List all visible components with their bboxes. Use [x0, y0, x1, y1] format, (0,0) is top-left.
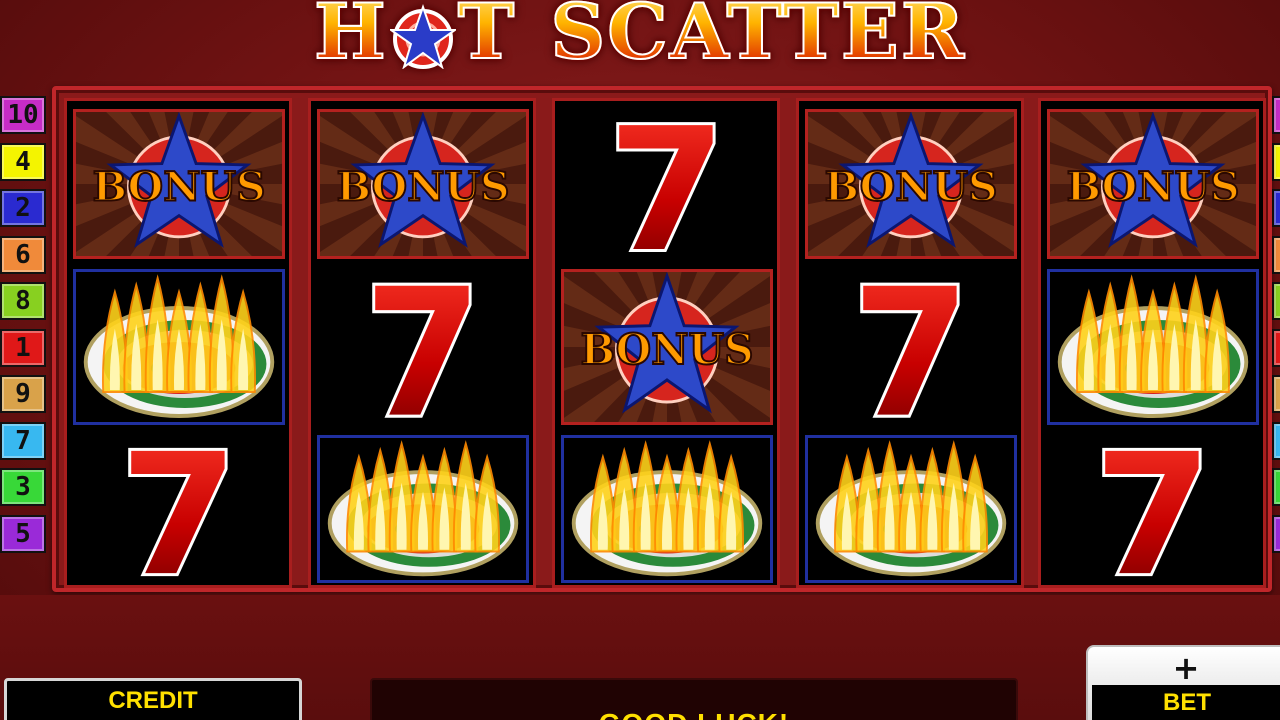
svg-text:BONUS: BONUS — [824, 163, 997, 211]
payline-marker-right — [1272, 514, 1280, 553]
svg-text:BONUS: BONUS — [1066, 163, 1239, 211]
payline-marker-right — [1272, 282, 1280, 320]
payline-marker: 4 — [0, 142, 46, 181]
bonus-star-icon: BONUS — [1047, 109, 1259, 259]
svg-text:7: 7 — [852, 269, 970, 425]
hot-melon-icon — [561, 435, 773, 583]
svg-text:BONUS: BONUS — [336, 163, 509, 211]
reel-4: BONUS 7 — [796, 98, 1024, 588]
svg-text:BONUS: BONUS — [580, 324, 753, 374]
payline-marker: 3 — [0, 468, 46, 506]
payline-marker: 8 — [0, 282, 46, 320]
svg-text:7: 7 — [364, 269, 482, 425]
message-display: GOOD LUCK! — [370, 678, 1018, 720]
svg-text:7: 7 — [1094, 435, 1212, 583]
bonus-star-icon: BONUS — [805, 109, 1017, 259]
payline-marker-right — [1272, 421, 1280, 460]
title-letter-h: H — [313, 0, 388, 77]
credit-label: CREDIT — [108, 687, 198, 714]
payline-marker: 2 — [0, 189, 46, 227]
title-word-scatter: SCATTER — [549, 0, 966, 77]
payline-marker-right — [1272, 96, 1280, 134]
svg-text:7: 7 — [120, 435, 238, 583]
reel-frame: BONUS 7 BONUS 7 7 BONUS BONUS 7 BONUS 7 — [52, 86, 1272, 592]
payline-marker-right — [1272, 328, 1280, 367]
red-seven-icon: 7 — [805, 269, 1017, 425]
hot-melon-icon — [73, 269, 285, 425]
payline-marker-right — [1272, 468, 1280, 506]
payline-markers-right — [1272, 96, 1280, 553]
credit-display: CREDIT — [4, 678, 302, 720]
hot-melon-icon — [317, 435, 529, 583]
plus-icon: + — [1172, 649, 1200, 687]
bet-label-box: BET — [1092, 685, 1280, 720]
bonus-star-icon: BONUS — [317, 109, 529, 259]
bet-increase-button[interactable]: + BET — [1086, 645, 1280, 720]
hot-melon-icon — [1047, 269, 1259, 425]
payline-markers-left: 10 4 2 6 8 1 9 7 3 5 — [0, 96, 46, 553]
payline-marker: 7 — [0, 421, 46, 460]
payline-marker-right — [1272, 142, 1280, 181]
payline-marker-right — [1272, 189, 1280, 227]
reel-3: 7 BONUS — [552, 98, 780, 588]
payline-marker: 1 — [0, 328, 46, 367]
reel-5: BONUS 7 — [1038, 98, 1266, 588]
title-star-icon — [387, 0, 458, 70]
hot-melon-icon — [805, 435, 1017, 583]
title-word-hot: H T — [313, 0, 517, 77]
svg-text:7: 7 — [608, 109, 726, 259]
red-seven-icon: 7 — [317, 269, 529, 425]
payline-marker-right — [1272, 235, 1280, 274]
payline-marker: 6 — [0, 235, 46, 274]
red-seven-icon: 7 — [1047, 435, 1259, 583]
red-seven-icon: 7 — [73, 435, 285, 583]
red-seven-icon: 7 — [561, 109, 773, 259]
svg-text:BONUS: BONUS — [92, 163, 265, 211]
payline-marker: 5 — [0, 514, 46, 553]
message-text: GOOD LUCK! — [372, 708, 1016, 720]
payline-marker-right — [1272, 375, 1280, 413]
bonus-star-icon: BONUS — [561, 269, 773, 425]
reel-1: BONUS 7 — [64, 98, 292, 588]
payline-marker: 10 — [0, 96, 46, 134]
bet-label: BET — [1163, 689, 1211, 716]
title-letter-t: T — [457, 0, 517, 77]
payline-marker: 9 — [0, 375, 46, 413]
bonus-star-icon: BONUS — [73, 109, 285, 259]
game-title: H T SCATTER — [0, 0, 1280, 77]
reel-2: BONUS 7 — [308, 98, 536, 588]
